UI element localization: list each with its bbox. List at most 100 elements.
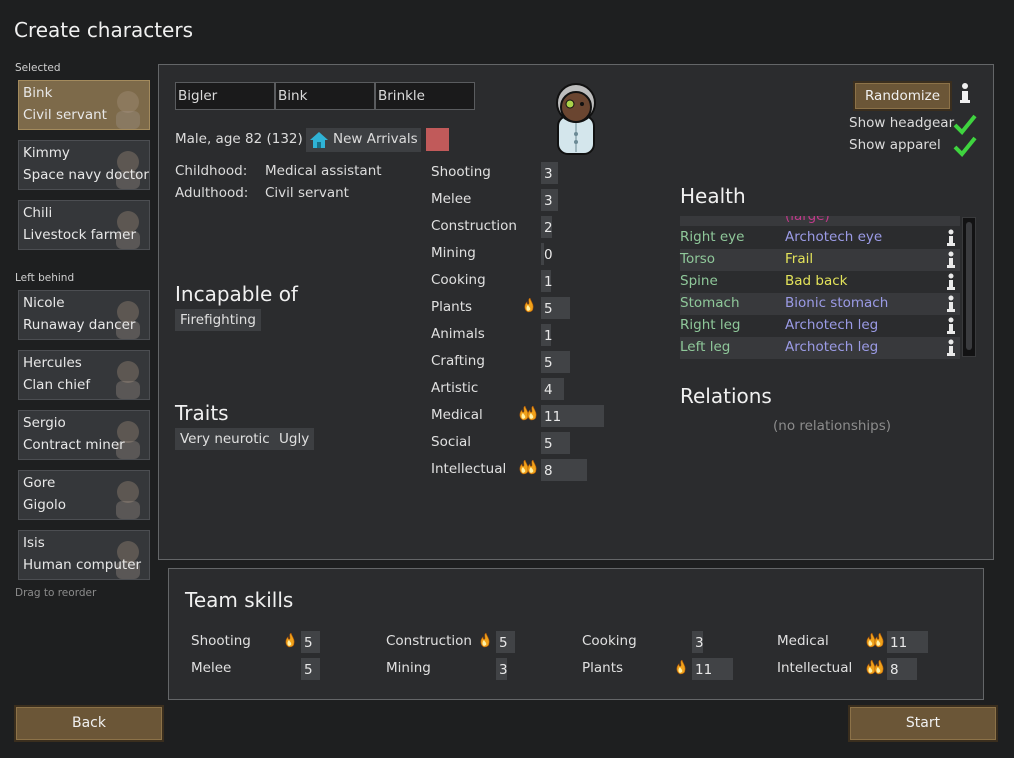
health-info-icon[interactable]	[946, 295, 956, 313]
pawn-name: Isis	[23, 535, 45, 551]
health-scroll-thumb[interactable]	[966, 222, 972, 350]
skill-value: 0	[544, 247, 553, 263]
pawn-title: Gigolo	[23, 497, 67, 513]
health-scrollbar[interactable]	[962, 217, 976, 357]
body-part: Torso	[680, 251, 716, 267]
skill-value: 11	[544, 409, 562, 425]
health-row[interactable]: Left leg Archotech leg	[680, 337, 960, 359]
health-info-icon[interactable]	[946, 273, 956, 291]
first-name-input[interactable]	[175, 82, 275, 110]
adulthood-label: Adulthood:	[175, 185, 249, 201]
team-skill-value: 11	[695, 662, 713, 678]
team-skill-value: 3	[499, 662, 508, 678]
pawn-name: Nicole	[23, 295, 65, 311]
left-behind-section-label: Left behind	[15, 272, 75, 284]
team-skill-name: Melee	[191, 660, 232, 676]
pawn-title: Human computer	[23, 557, 142, 573]
team-skill-name: Shooting	[191, 633, 251, 649]
traits-header: Traits	[175, 401, 229, 425]
pawn-card[interactable]: Hercules Clan chief	[18, 350, 150, 400]
team-skill-value: 5	[499, 635, 508, 651]
pawn-card[interactable]: Nicole Runaway dancer	[18, 290, 150, 340]
skill-name: Shooting	[431, 164, 491, 180]
pawn-name: Kimmy	[23, 145, 70, 161]
body-part: Right leg	[680, 317, 741, 333]
pawn-title: Clan chief	[23, 377, 91, 393]
skill-value: 5	[544, 301, 553, 317]
skill-name: Crafting	[431, 353, 485, 369]
skill-name: Social	[431, 434, 472, 450]
body-part: Right eye	[680, 229, 745, 245]
pawn-card[interactable]: Bink Civil servant	[18, 80, 150, 130]
health-row[interactable]: Torso Frail	[680, 249, 960, 271]
pawn-title: Contract miner	[23, 437, 125, 453]
skill-name: Melee	[431, 191, 472, 207]
health-info-icon[interactable]	[946, 339, 956, 357]
minor-passion-icon	[285, 632, 295, 648]
faction-button[interactable]: New Arrivals	[306, 128, 421, 152]
skill-value: 3	[544, 193, 553, 209]
skill-name: Intellectual	[431, 461, 507, 477]
health-partial-text: (large)	[785, 216, 830, 224]
show-headgear-checkbox[interactable]	[953, 113, 977, 135]
skill-name: Artistic	[431, 380, 479, 396]
pawn-card[interactable]: Chili Livestock farmer	[18, 200, 150, 250]
incapable-tag[interactable]: Firefighting	[175, 309, 261, 331]
skill-value: 1	[544, 274, 553, 290]
health-row[interactable]: Right leg Archotech leg	[680, 315, 960, 337]
major-passion-icon	[519, 405, 537, 421]
health-info-icon[interactable]	[946, 229, 956, 247]
pawn-title: Space navy doctor	[23, 167, 149, 183]
pawn-card[interactable]: Isis Human computer	[18, 530, 150, 580]
pawn-portrait	[116, 481, 140, 519]
team-skill-value: 8	[890, 662, 899, 678]
skill-name: Animals	[431, 326, 485, 342]
character-summary: Male, age 82 (132)	[175, 131, 303, 147]
trait-tag[interactable]: Very neurotic	[175, 428, 275, 450]
show-apparel-label: Show apparel	[849, 137, 941, 153]
health-condition: Bionic stomach	[785, 295, 889, 311]
pawn-portrait	[116, 91, 140, 129]
team-skill-name: Construction	[386, 633, 472, 649]
drag-hint: Drag to reorder	[15, 587, 97, 599]
health-info-icon[interactable]	[946, 251, 956, 269]
info-icon[interactable]	[958, 82, 972, 104]
health-row[interactable]: Spine Bad back	[680, 271, 960, 293]
adulthood-value[interactable]: Civil servant	[265, 185, 349, 201]
health-row[interactable]: Stomach Bionic stomach	[680, 293, 960, 315]
pawn-portrait	[116, 361, 140, 399]
team-skill-name: Cooking	[582, 633, 637, 649]
faction-color-swatch[interactable]	[426, 128, 449, 151]
pawn-card[interactable]: Sergio Contract miner	[18, 410, 150, 460]
nick-name-input[interactable]	[275, 82, 375, 110]
major-passion-icon	[866, 659, 884, 675]
minor-passion-icon	[676, 659, 686, 675]
last-name-input[interactable]	[375, 82, 475, 110]
health-partial-row: (large)	[680, 216, 960, 226]
faction-name: New Arrivals	[333, 131, 418, 147]
incapable-header: Incapable of	[175, 282, 298, 306]
childhood-value[interactable]: Medical assistant	[265, 163, 382, 179]
home-icon	[310, 132, 328, 148]
back-button[interactable]: Back	[14, 705, 164, 742]
relations-header: Relations	[680, 384, 772, 408]
health-info-icon[interactable]	[946, 317, 956, 335]
show-apparel-checkbox[interactable]	[953, 135, 977, 157]
childhood-label: Childhood:	[175, 163, 248, 179]
major-passion-icon	[866, 632, 884, 648]
pawn-card[interactable]: Kimmy Space navy doctor	[18, 140, 150, 190]
no-relationships-text: (no relationships)	[773, 418, 892, 434]
pawn-card[interactable]: Gore Gigolo	[18, 470, 150, 520]
pawn-title: Civil servant	[23, 107, 107, 123]
start-button[interactable]: Start	[848, 705, 998, 742]
health-row[interactable]: Right eye Archotech eye	[680, 227, 960, 249]
health-header: Health	[680, 184, 746, 208]
team-skill-name: Medical	[777, 633, 829, 649]
skill-name: Medical	[431, 407, 483, 423]
pawn-name: Sergio	[23, 415, 66, 431]
character-portrait	[556, 83, 596, 155]
randomize-button[interactable]: Randomize	[853, 81, 952, 111]
trait-tag[interactable]: Ugly	[274, 428, 315, 450]
skill-name: Plants	[431, 299, 473, 315]
skill-value: 5	[544, 355, 553, 371]
